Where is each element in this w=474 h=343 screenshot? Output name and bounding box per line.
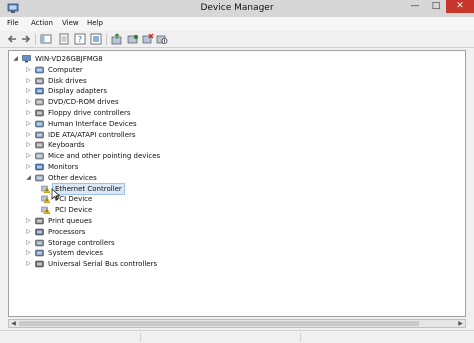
device-tree[interactable]: ◢ WIN-VD26GBJFMG8 ▷ Computer ▷ Disk drives ▷… [8,50,466,317]
menu-view[interactable]: View [62,19,79,27]
computer-icon [22,55,31,63]
back-arrow-icon[interactable] [6,33,18,45]
tree-category-label: Universal Serial Bus controllers [48,260,158,269]
warning-device-icon [41,196,50,204]
title-bar[interactable]: Device Manager — □ ✕ [0,0,474,17]
expand-arrow-icon[interactable]: ▷ [25,248,32,258]
tree-category-label: Storage controllers [48,238,115,247]
toolbar: ? [0,31,474,48]
display-adapter-icon [35,88,44,95]
scan-hardware-icon[interactable] [127,33,139,45]
scroll-left-icon[interactable]: ◀ [9,320,18,327]
tree-category-label: Human Interface Devices [48,119,137,128]
tree-device-label: Ethernet Controller [52,182,125,195]
disable-device-icon[interactable] [156,33,168,45]
show-hide-console-tree-icon[interactable] [40,33,52,45]
tree-category-label: DVD/CD-ROM drives [48,98,119,107]
tree-category-label: Keyboards [48,141,85,150]
tree-category-label: Floppy drive controllers [48,109,131,117]
hid-icon [35,120,44,128]
maximize-button[interactable]: □ [426,0,446,13]
svg-text:?: ? [78,35,82,44]
expand-arrow-icon[interactable]: ▷ [25,76,32,86]
warning-device-icon [41,185,50,193]
close-button[interactable]: ✕ [446,0,474,13]
expand-arrow-icon[interactable]: ▷ [25,65,32,75]
status-divider [300,333,301,341]
help-icon[interactable]: ? [74,33,86,45]
tree-category-label: Computer [48,65,83,74]
toolbar-separator [106,34,107,45]
printer-icon [35,217,44,225]
computer-icon [35,66,44,74]
status-divider [140,333,141,341]
view-resources-icon[interactable] [90,33,102,45]
keyboard-icon [35,142,44,149]
tree-category-label: Mice and other pointing devices [48,152,161,161]
expand-arrow-icon[interactable]: ▷ [25,216,32,226]
tree-category-label: Other devices [48,173,97,182]
tree-root-label: WIN-VD26GBJFMG8 [35,55,103,63]
scroll-right-icon[interactable]: ▶ [456,320,465,327]
dvd-drive-icon [35,98,44,106]
tree-category-label: Print queues [48,217,92,225]
properties-window-icon[interactable] [58,33,70,45]
collapse-arrow-icon[interactable]: ◢ [25,173,32,183]
expand-arrow-icon[interactable]: ▷ [25,162,32,172]
expand-arrow-icon[interactable]: ▷ [25,140,32,150]
expand-arrow-icon[interactable]: ▷ [25,108,32,118]
menu-help[interactable]: Help [87,19,103,27]
other-devices-icon [35,174,44,182]
mouse-icon [35,152,44,160]
expand-arrow-icon[interactable]: ▷ [25,227,32,237]
expand-arrow-icon[interactable]: ▷ [25,259,32,269]
menu-action[interactable]: Action [31,19,53,27]
tree-device-label: PCI Device [55,206,93,215]
collapse-arrow-icon[interactable]: ◢ [12,54,19,64]
storage-controller-icon [35,239,44,246]
menu-file[interactable]: File [7,19,19,27]
tree-category-label: System devices [48,249,103,258]
uninstall-device-icon[interactable] [142,33,154,45]
system-device-icon [35,250,44,257]
warning-device-icon [41,206,50,215]
menu-bar: File Action View Help [0,17,474,31]
expand-arrow-icon[interactable]: ▷ [25,130,32,140]
disk-drive-icon [35,77,44,84]
tree-category-label: Monitors [48,163,79,171]
expand-arrow-icon[interactable]: ▷ [25,86,32,96]
update-driver-icon[interactable] [111,33,123,45]
tree-category-label: Display adapters [48,87,108,96]
device-manager-window: Device Manager — □ ✕ File Action View He… [0,0,474,343]
horizontal-scrollbar[interactable]: ◀ ▶ [8,319,466,328]
expand-arrow-icon[interactable]: ▷ [25,119,32,129]
tree-category-label: Processors [48,227,86,236]
minimize-button[interactable]: — [404,0,426,13]
usb-icon [35,260,44,268]
tree-category-label: IDE ATA/ATAPI controllers [48,130,136,139]
expand-arrow-icon[interactable]: ▷ [25,151,32,161]
floppy-controller-icon [35,109,44,117]
expand-arrow-icon[interactable]: ▷ [25,97,32,107]
processor-icon [35,228,44,236]
expand-arrow-icon[interactable]: ▷ [25,238,32,248]
window-title: Device Manager [200,3,274,13]
status-bar [0,330,474,343]
scrollbar-thumb[interactable] [19,321,419,326]
toolbar-separator [35,34,36,45]
ide-controller-icon [35,131,44,138]
tree-category-label: Disk drives [48,76,87,85]
tree-device-label: PCI Device [55,195,93,204]
monitor-icon [35,163,44,171]
forward-arrow-icon[interactable] [20,33,32,45]
